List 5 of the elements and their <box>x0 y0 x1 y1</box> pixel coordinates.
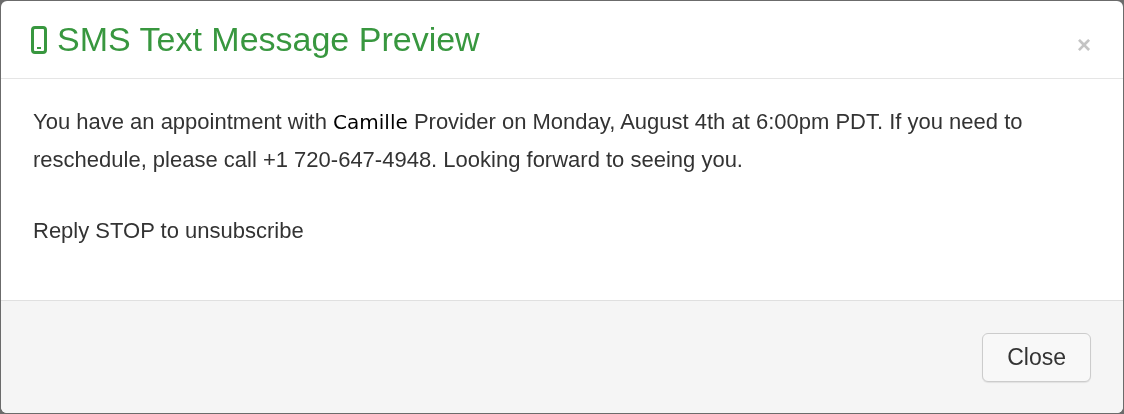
close-button[interactable]: Close <box>982 332 1091 382</box>
phone-icon <box>31 25 47 54</box>
dialog-title: SMS Text Message Preview <box>57 20 481 59</box>
unsubscribe-note: Reply STOP to unsubscribe <box>33 217 305 245</box>
message-text: You have an appointment with Camille Provider on Monday, August 4th at 6:00pm PDT. If you need to reschedule, please call +1 720-647-4948. Looking forward to seeing you. <box>33 108 1024 174</box>
